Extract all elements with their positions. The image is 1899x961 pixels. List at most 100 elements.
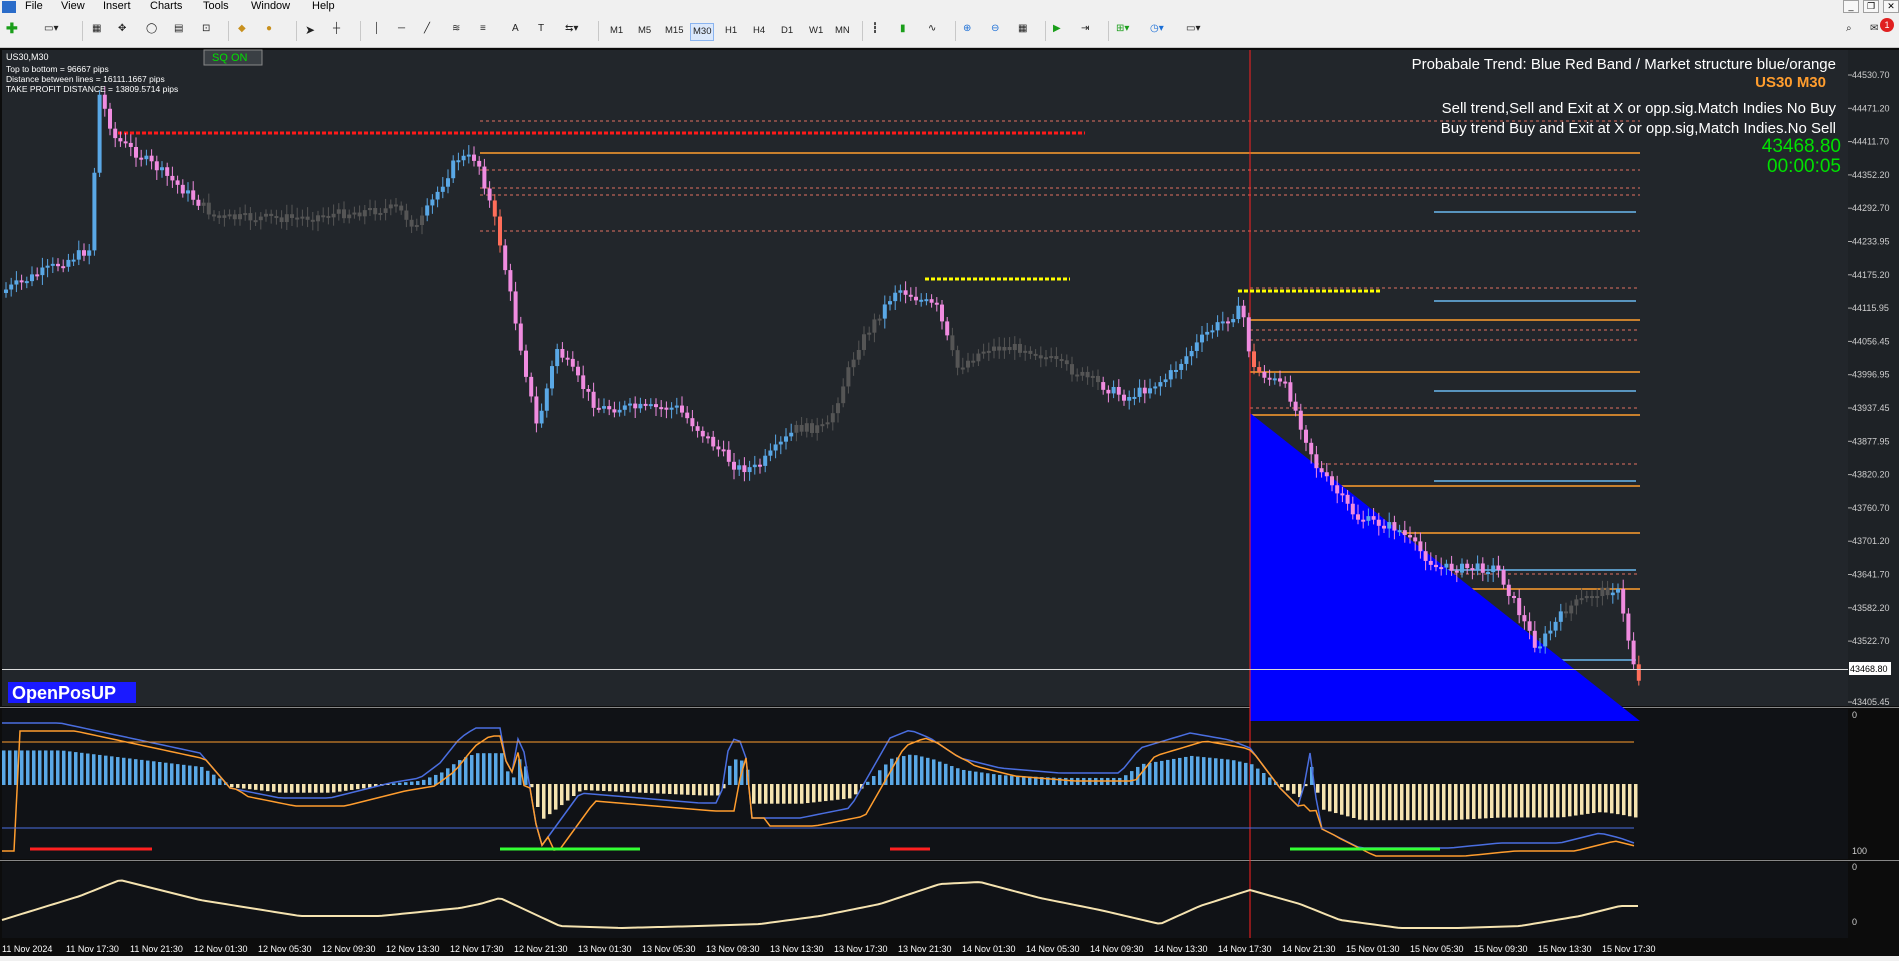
new-chart-icon[interactable]: ✚ [6,20,18,36]
time-axis-label: 13 Nov 17:30 [834,944,888,954]
bar-chart-icon[interactable]: ┇ [872,23,878,39]
periods-icon[interactable]: ◷▾ [1150,23,1164,39]
sell-note: Sell trend,Sell and Exit at X or opp.sig… [1442,100,1837,117]
arrows-icon[interactable]: ⇆▾ [565,23,578,39]
menu-tools[interactable]: Tools [203,0,229,12]
toolbar: ✚ ▭▾ ▦ ✥ ◯ ▤ ⊡ ◆ ● ➤ ┼ │ ─ ╱ ≋ ≡ A T ⇆▾ … [0,15,1899,48]
text-label-icon[interactable]: T [538,23,544,39]
menu-file[interactable]: File [25,0,43,12]
current-price-label: 43468.80 [1850,664,1888,674]
channel-icon[interactable]: ≋ [452,23,460,39]
tf-m1[interactable]: M1 [608,23,625,39]
tf-m5[interactable]: M5 [636,23,653,39]
menu-charts[interactable]: Charts [150,0,182,12]
time-axis-label: 13 Nov 05:30 [642,944,696,954]
search-icon[interactable]: ⌕ [1846,23,1852,39]
time-axis-label: 15 Nov 13:30 [1538,944,1592,954]
tf-m30[interactable]: M30 [690,23,715,41]
price-axis-label: 43937.45 [1852,403,1890,413]
line-chart-icon[interactable]: ∿ [928,23,936,39]
notifications-icon[interactable]: ✉ [1870,23,1878,39]
menu-insert[interactable]: Insert [103,0,131,12]
menu-window[interactable]: Window [251,0,290,12]
time-axis-label: 13 Nov 09:30 [706,944,760,954]
time-axis-label: 12 Nov 17:30 [450,944,504,954]
price-axis-label: 43820.20 [1852,470,1890,480]
time-axis-label: 14 Nov 13:30 [1154,944,1208,954]
data-window-icon[interactable]: ◯ [146,23,157,39]
indicators-icon[interactable]: ⊞▾ [1116,23,1129,39]
tf-h1[interactable]: H1 [723,23,739,39]
chart-window[interactable]: 44530.70 44471.20 44411.70 44352.20 44292.70… [0,48,1899,956]
navigator-icon[interactable]: ✥ [118,23,126,39]
minimize-icon[interactable]: _ [1843,0,1859,13]
time-axis-label: 12 Nov 13:30 [386,944,440,954]
autoscroll-icon[interactable]: ▶ [1053,23,1061,39]
indicator1-axis-bottom: 100 [1852,846,1867,856]
trendline-icon[interactable]: ╱ [424,23,430,39]
close-icon[interactable]: ✕ [1883,0,1899,13]
meta-editor-icon[interactable]: ◆ [238,23,246,39]
horizontal-line-icon[interactable]: ─ [398,23,405,39]
restore-icon[interactable]: ❐ [1863,0,1879,13]
fibonacci-icon[interactable]: ≡ [480,23,486,39]
zoom-out-icon[interactable]: ⊖ [991,23,999,39]
sq-button-label: SQ ON [212,52,248,64]
info-line: Top to bottom = 96667 pips [6,64,109,74]
auto-trading-icon[interactable]: ● [266,23,272,39]
price-axis-label: 44056.45 [1852,336,1890,346]
price-axis-label: 44352.20 [1852,170,1890,180]
time-axis-label: 15 Nov 01:30 [1346,944,1400,954]
price-axis-label: 43877.95 [1852,436,1890,446]
tf-d1[interactable]: D1 [779,23,795,39]
symbol-label: US30,M30 [6,52,49,62]
templates-icon[interactable]: ▭▾ [1186,23,1200,39]
price-axis-label: 43996.95 [1852,370,1890,380]
indicator1-axis-top: 0 [1852,710,1857,720]
menu-view[interactable]: View [61,0,85,12]
terminal-icon[interactable]: ▤ [174,23,183,39]
tile-windows-icon[interactable]: ▦ [1018,23,1027,39]
time-axis-label: 11 Nov 2024 [2,944,52,954]
menu-help[interactable]: Help [312,0,335,12]
text-icon[interactable]: A [512,23,519,39]
zoom-in-icon[interactable]: ⊕ [963,23,971,39]
time-axis-label: 13 Nov 21:30 [898,944,952,954]
time-axis-label: 14 Nov 05:30 [1026,944,1080,954]
price-axis-label: 44411.70 [1852,137,1889,147]
crosshair-icon[interactable]: ┼ [333,23,340,39]
buy-note: Buy trend Buy and Exit at X or opp.sig,M… [1441,120,1836,137]
tf-m15[interactable]: M15 [663,23,685,39]
price-axis-label: 43582.20 [1852,603,1890,613]
trend-title: Probabale Trend: Blue Red Band / Market … [1412,56,1836,73]
price-axis-label: 44175.20 [1852,270,1890,280]
info-line: TAKE PROFIT DISTANCE = 13809.5714 pips [6,84,178,94]
chart-shift-icon[interactable]: ⇥ [1081,23,1089,39]
menu-bar: File View Insert Charts Tools Window Hel… [0,0,1899,14]
tf-w1[interactable]: W1 [807,23,825,39]
candlestick-icon[interactable]: ▮ [900,23,906,39]
price-axis-label: 43405.45 [1852,697,1890,707]
vertical-line-icon[interactable]: │ [374,23,380,39]
price-axis-label: 43760.70 [1852,503,1890,513]
time-axis-label: 12 Nov 05:30 [258,944,312,954]
tf-h4[interactable]: H4 [751,23,767,39]
bar-countdown: 00:00:05 [1767,156,1841,177]
market-watch-icon[interactable]: ▦ [92,23,101,39]
time-axis-label: 13 Nov 13:30 [770,944,824,954]
indicator-pane-2 [2,862,1848,938]
time-axis-label: 12 Nov 21:30 [514,944,568,954]
time-axis-label: 11 Nov 17:30 [66,944,119,954]
strategy-tester-icon[interactable]: ⊡ [202,23,210,39]
time-axis-label: 14 Nov 17:30 [1218,944,1272,954]
price-axis-label: 44530.70 [1852,70,1890,80]
cursor-icon[interactable]: ➤ [305,23,315,39]
current-price: 43468.80 [1762,136,1841,157]
price-chart[interactable]: 44530.70 44471.20 44411.70 44352.20 44292.70… [0,48,1899,956]
profiles-icon[interactable]: ▭▾ [44,23,58,39]
price-axis-label: 44233.95 [1852,237,1890,247]
time-axis-label: 15 Nov 09:30 [1474,944,1528,954]
time-axis-label: 11 Nov 21:30 [130,944,183,954]
tf-mn[interactable]: MN [833,23,852,39]
notification-count-badge[interactable]: 1 [1880,18,1894,32]
